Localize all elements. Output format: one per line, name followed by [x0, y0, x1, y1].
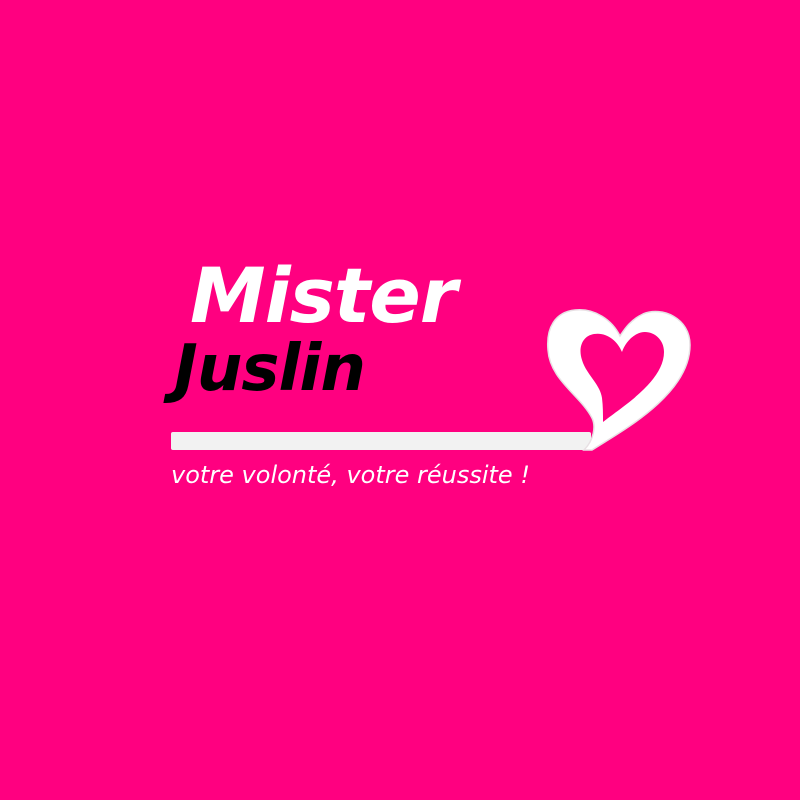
logo-underline-bar	[171, 432, 591, 450]
logo-tagline: votre volonté, votre réussite !	[171, 461, 530, 489]
heart-icon	[547, 309, 691, 451]
brand-logo: Mister Juslin votre volonté, votre réuss…	[0, 0, 800, 800]
logo-line-mister: Mister	[190, 251, 457, 340]
logo-line-juslin: Juslin	[174, 332, 366, 406]
